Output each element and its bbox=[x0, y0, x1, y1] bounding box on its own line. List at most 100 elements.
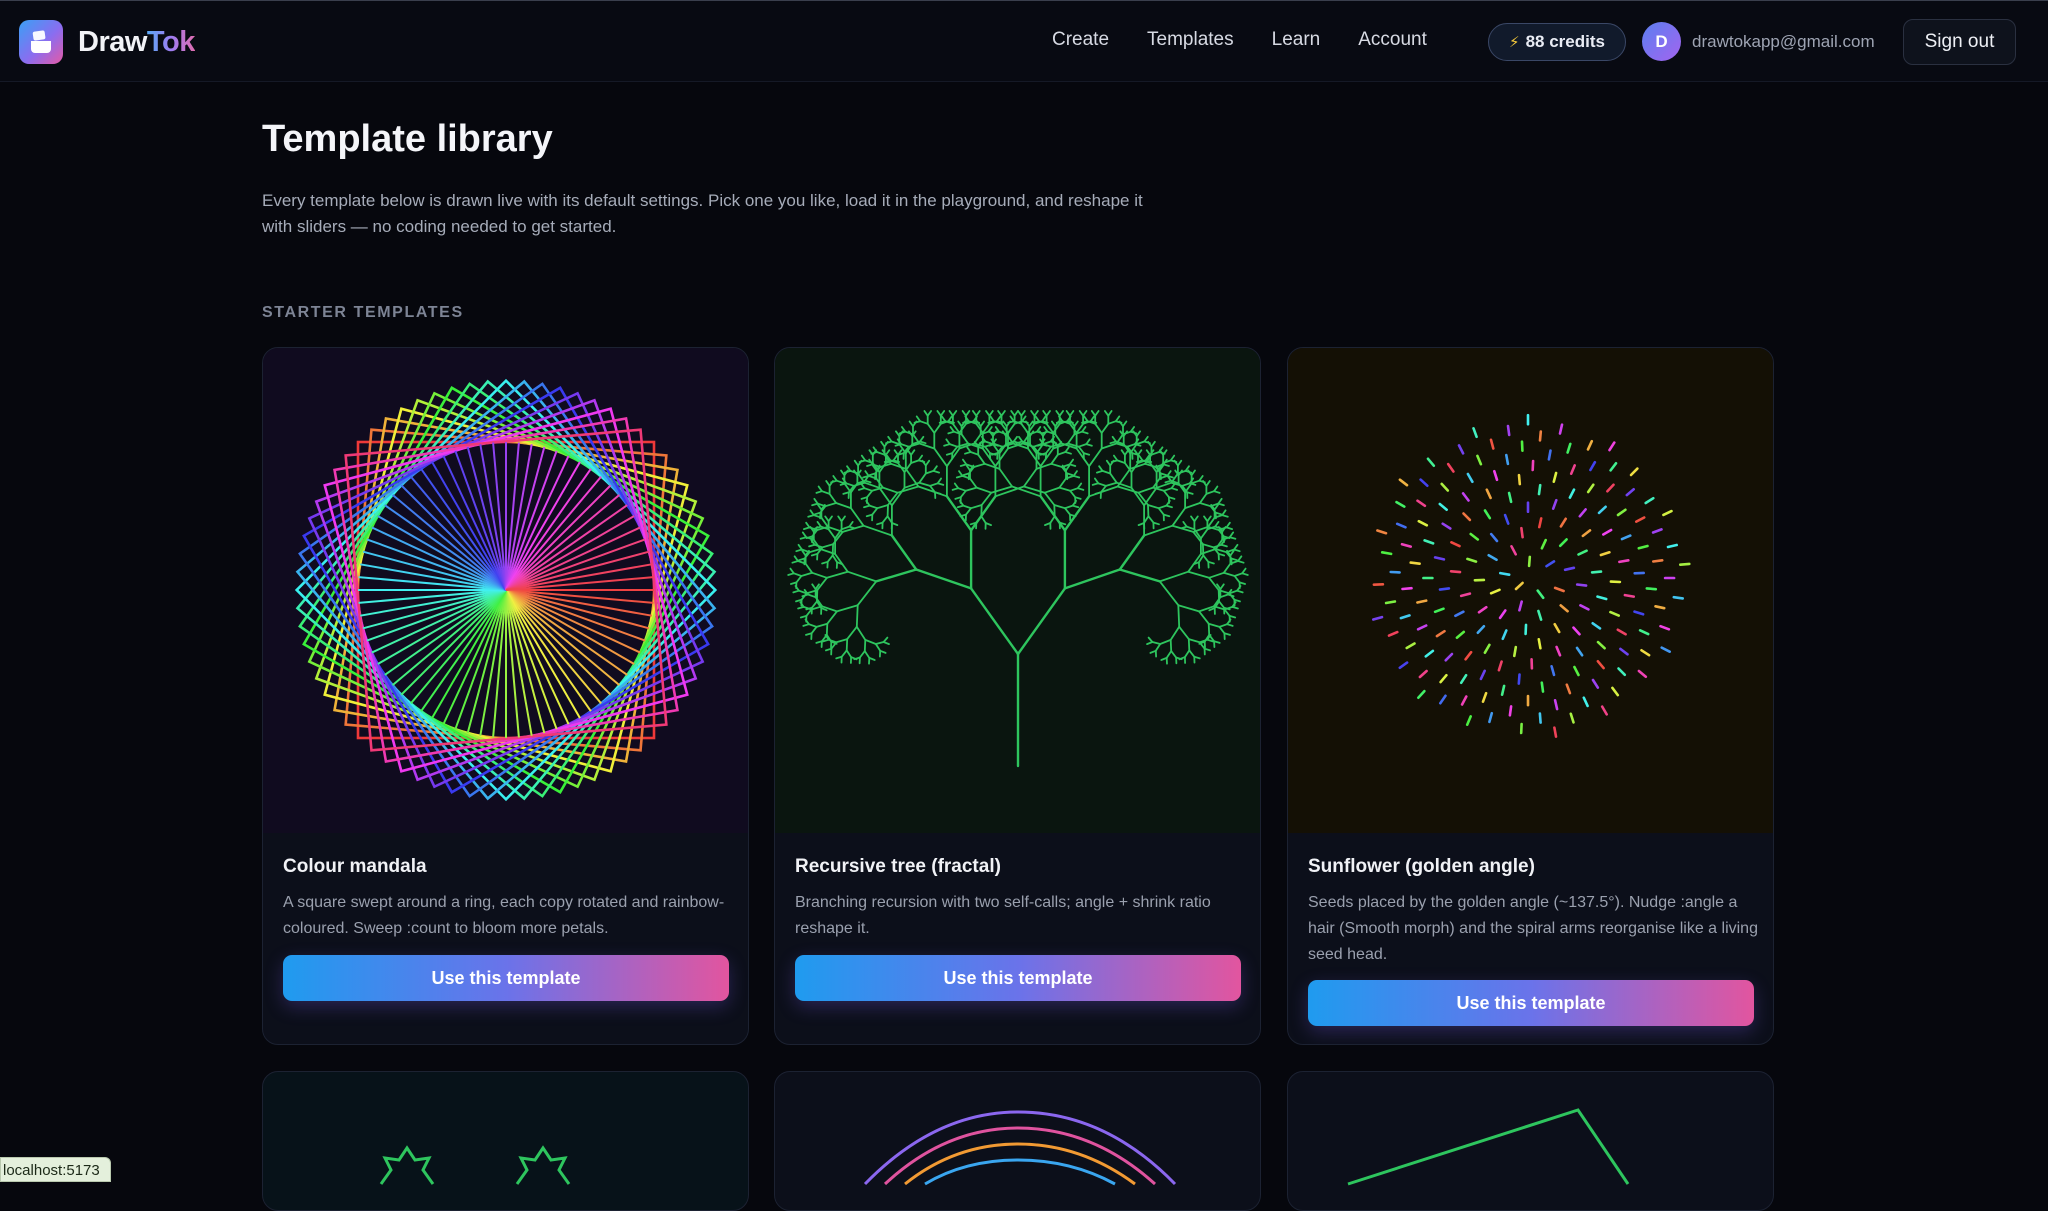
sunflower-seed bbox=[1441, 675, 1447, 682]
sunflower-seed bbox=[1542, 683, 1543, 692]
sunflower-seed bbox=[1639, 546, 1648, 548]
sunflower-seed bbox=[1428, 459, 1434, 466]
tree-branch bbox=[971, 588, 1018, 654]
sunflower-seed bbox=[1571, 465, 1575, 473]
tree-branch bbox=[837, 481, 845, 484]
nav-create[interactable]: Create bbox=[1052, 29, 1109, 51]
tree-branch bbox=[1019, 437, 1022, 442]
tree-branch bbox=[1106, 483, 1117, 486]
tree-branch bbox=[962, 434, 969, 443]
tree-branch bbox=[848, 572, 877, 582]
use-template-button-tree[interactable]: Use this template bbox=[795, 955, 1241, 1001]
nav-learn[interactable]: Learn bbox=[1272, 29, 1321, 51]
sunflower-seed bbox=[1612, 688, 1617, 695]
tree-branch bbox=[1055, 434, 1062, 443]
tree-branch bbox=[884, 642, 889, 644]
tree-branch bbox=[836, 639, 847, 642]
tree-branch bbox=[930, 483, 938, 486]
template-card-sunflower: Sunflower (golden angle) Seeds placed by… bbox=[1287, 347, 1774, 1045]
tree-branch bbox=[966, 508, 971, 514]
tree-branch bbox=[1161, 658, 1166, 660]
nav-account[interactable]: Account bbox=[1358, 29, 1427, 51]
tree-branch bbox=[795, 556, 798, 561]
sunflower-seed bbox=[1466, 652, 1472, 659]
tree-branch bbox=[1238, 561, 1244, 563]
sunflower-seed bbox=[1491, 440, 1493, 449]
tree-branch bbox=[1138, 450, 1141, 455]
tree-branch bbox=[911, 450, 914, 455]
sunflower-seed bbox=[1540, 714, 1541, 723]
sunflower-seed bbox=[1389, 632, 1397, 636]
tree-branch bbox=[1065, 570, 1120, 589]
tree-branch bbox=[1225, 607, 1233, 610]
sunflower-seed bbox=[1611, 463, 1616, 470]
main-nav: Create Templates Learn Account bbox=[1052, 29, 1465, 51]
tree-branch bbox=[1099, 466, 1102, 471]
sunflower-seed bbox=[1561, 519, 1566, 527]
use-template-button-mandala[interactable]: Use this template bbox=[283, 955, 729, 1001]
tree-branch bbox=[818, 522, 821, 527]
tree-branch bbox=[862, 456, 865, 461]
tree-branch bbox=[976, 516, 981, 522]
tree-branch bbox=[1095, 411, 1098, 416]
tree-branch bbox=[865, 483, 880, 488]
tree-branch bbox=[815, 545, 823, 548]
tree-branch bbox=[860, 651, 865, 657]
polygon-preview bbox=[1288, 1072, 1774, 1211]
tree-branch bbox=[1209, 624, 1220, 627]
tree-branch bbox=[1050, 516, 1054, 523]
tree-branch bbox=[1138, 488, 1153, 493]
sunflower-seed bbox=[1519, 602, 1521, 611]
tree-branch bbox=[812, 627, 817, 633]
tree-branch bbox=[1123, 422, 1126, 427]
sign-out-button[interactable]: Sign out bbox=[1903, 19, 2016, 65]
use-template-button-sunflower[interactable]: Use this template bbox=[1308, 980, 1754, 1026]
tree-branch bbox=[870, 506, 878, 509]
tree-branch bbox=[1224, 564, 1231, 573]
sunflower-seed bbox=[1542, 540, 1546, 548]
tree-branch bbox=[1086, 444, 1092, 446]
sunflower-seed bbox=[1521, 528, 1522, 537]
tree-branch bbox=[1160, 581, 1179, 605]
tree-branch bbox=[810, 510, 813, 515]
sunflower-seed bbox=[1571, 714, 1574, 723]
tree-branch bbox=[842, 527, 850, 530]
sunflower-seed bbox=[1580, 605, 1588, 609]
tree-branch bbox=[966, 411, 969, 416]
tree-branch bbox=[876, 642, 884, 644]
tree-branch bbox=[829, 516, 832, 521]
nav-templates[interactable]: Templates bbox=[1147, 29, 1234, 51]
sunflower-seed bbox=[1489, 555, 1497, 560]
sunflower-seed bbox=[1640, 630, 1648, 634]
sunflower-seed bbox=[1593, 623, 1600, 628]
sunflower-seed bbox=[1519, 675, 1520, 684]
tree-branch bbox=[1144, 526, 1172, 536]
avatar[interactable]: D bbox=[1642, 22, 1681, 61]
tree-branch bbox=[1152, 642, 1160, 644]
credits-badge[interactable]: ⚡ 88 credits bbox=[1488, 23, 1626, 61]
sunflower-seed bbox=[1599, 507, 1606, 513]
sunflower-seed bbox=[1620, 649, 1627, 654]
tree-branch bbox=[842, 516, 845, 521]
sunflower-seed bbox=[1598, 597, 1607, 599]
sunflower-seed bbox=[1622, 536, 1630, 540]
sunflower-seed bbox=[1440, 696, 1445, 703]
tree-branch bbox=[1227, 527, 1233, 529]
koch-snowflake-preview bbox=[263, 1072, 749, 1211]
tree-branch bbox=[872, 508, 877, 514]
tree-branch bbox=[1156, 644, 1160, 651]
tree-branch bbox=[1137, 431, 1140, 436]
brand[interactable]: DrawTok bbox=[19, 20, 195, 64]
tree-branch bbox=[1021, 411, 1024, 416]
card-description: Seeds placed by the golden angle (~137.5… bbox=[1308, 890, 1758, 968]
tree-branch bbox=[828, 555, 833, 561]
tree-branch bbox=[1221, 545, 1227, 547]
sunflower-seed bbox=[1577, 648, 1582, 655]
tree-branch bbox=[934, 449, 947, 467]
tree-branch bbox=[1059, 479, 1066, 488]
tree-branch bbox=[892, 442, 900, 445]
sunflower-seed bbox=[1459, 445, 1463, 453]
tree-branch bbox=[1120, 536, 1144, 570]
tree-branch bbox=[843, 526, 864, 532]
sunflower-seed bbox=[1512, 546, 1516, 554]
